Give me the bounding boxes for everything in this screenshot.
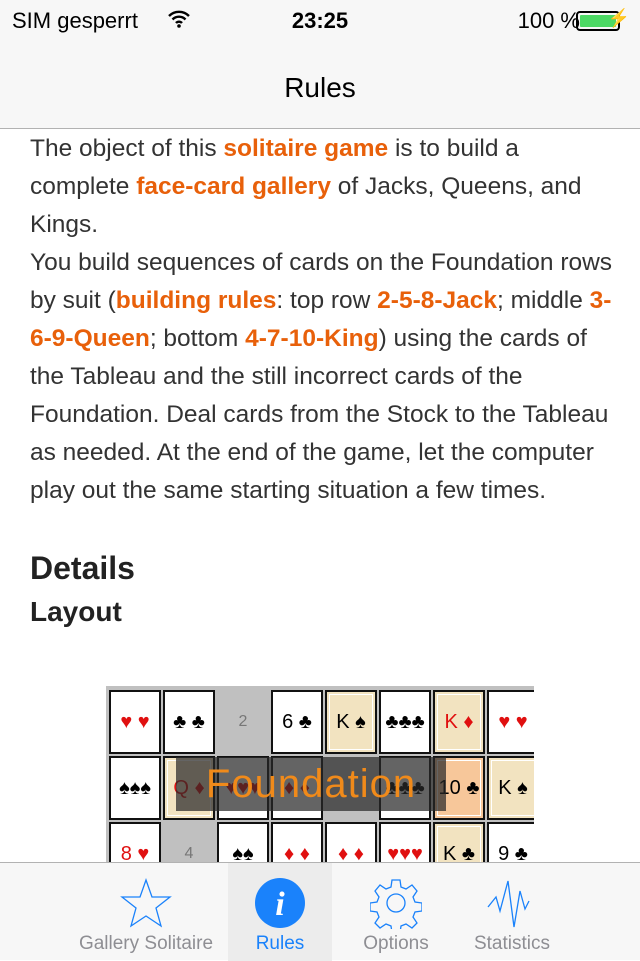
playing-card: 8 ♥ <box>109 822 161 866</box>
navigation-bar: Rules <box>0 40 640 129</box>
layout-heading: Layout <box>30 596 122 627</box>
text-run: : top row <box>276 287 378 314</box>
tab-label: Rules <box>255 933 305 954</box>
empty-slot: 4 <box>184 845 194 862</box>
playing-card: 9 ♣ <box>487 822 534 866</box>
status-bar: SIM gesperrt 23:25 100 % ⚡ <box>0 0 640 40</box>
tab-options[interactable]: Options <box>346 863 446 961</box>
tab-statistics[interactable]: Statistics <box>462 863 562 961</box>
charging-icon: ⚡ <box>607 8 630 28</box>
pulse-icon <box>487 880 530 928</box>
text-run: The object of this <box>30 135 224 162</box>
page-title: Rules <box>284 72 356 103</box>
playing-card: ♦ ♦ <box>325 822 377 866</box>
playing-card: K ♠ <box>487 756 534 820</box>
tab-label: Options <box>363 933 429 954</box>
playing-card: ♣ ♣ <box>163 690 215 754</box>
playing-card: ♠♠ <box>217 822 269 866</box>
tab-label: Gallery Solitaire <box>78 933 214 954</box>
playing-card: 6 ♣ <box>271 690 323 754</box>
tab-rules[interactable]: i Rules <box>228 863 332 961</box>
gear-icon <box>370 879 422 929</box>
highlight-link[interactable]: 2-5-8-Jack <box>377 287 497 314</box>
playing-card: ♦ ♦ <box>271 822 323 866</box>
text-run: ; bottom <box>149 325 246 352</box>
info-icon: i <box>255 878 305 928</box>
playing-card: ♥♥♥ <box>379 822 431 866</box>
empty-slot: 2 <box>238 713 248 730</box>
playing-card: ♥ ♥ <box>487 690 534 754</box>
playing-card: K ♦ <box>433 690 485 754</box>
tab-bar: Gallery Solitaire i Rules Options Statis… <box>0 862 640 961</box>
highlight-link[interactable]: 4-7-10-King <box>245 325 378 352</box>
svg-text:i: i <box>275 886 285 923</box>
playing-card: ♥ ♥ <box>109 690 161 754</box>
playing-card: ♠♠♠ <box>109 756 161 820</box>
tab-label: Statistics <box>473 933 551 954</box>
battery-percent: 100 % <box>517 8 580 33</box>
highlight-link[interactable]: building rules <box>116 287 277 314</box>
highlight-link[interactable]: face-card gallery <box>136 173 331 200</box>
highlight-link[interactable]: solitaire game <box>223 135 388 162</box>
tab-gallery-solitaire[interactable]: Gallery Solitaire <box>56 863 236 961</box>
foundation-label: Foundation <box>176 757 446 811</box>
playing-card: K ♠ <box>325 690 377 754</box>
star-icon <box>120 878 172 928</box>
playing-card: ♣♣♣ <box>379 690 431 754</box>
text-run: ; middle <box>497 287 590 314</box>
rules-content: The object of this solitaire game is to … <box>30 130 620 634</box>
playing-card: K ♣ <box>433 822 485 866</box>
rules-paragraph-building: You build sequences of cards on the Foun… <box>30 244 620 510</box>
details-heading: Details <box>30 550 135 586</box>
rules-paragraph-objective: The object of this solitaire game is to … <box>30 130 620 244</box>
